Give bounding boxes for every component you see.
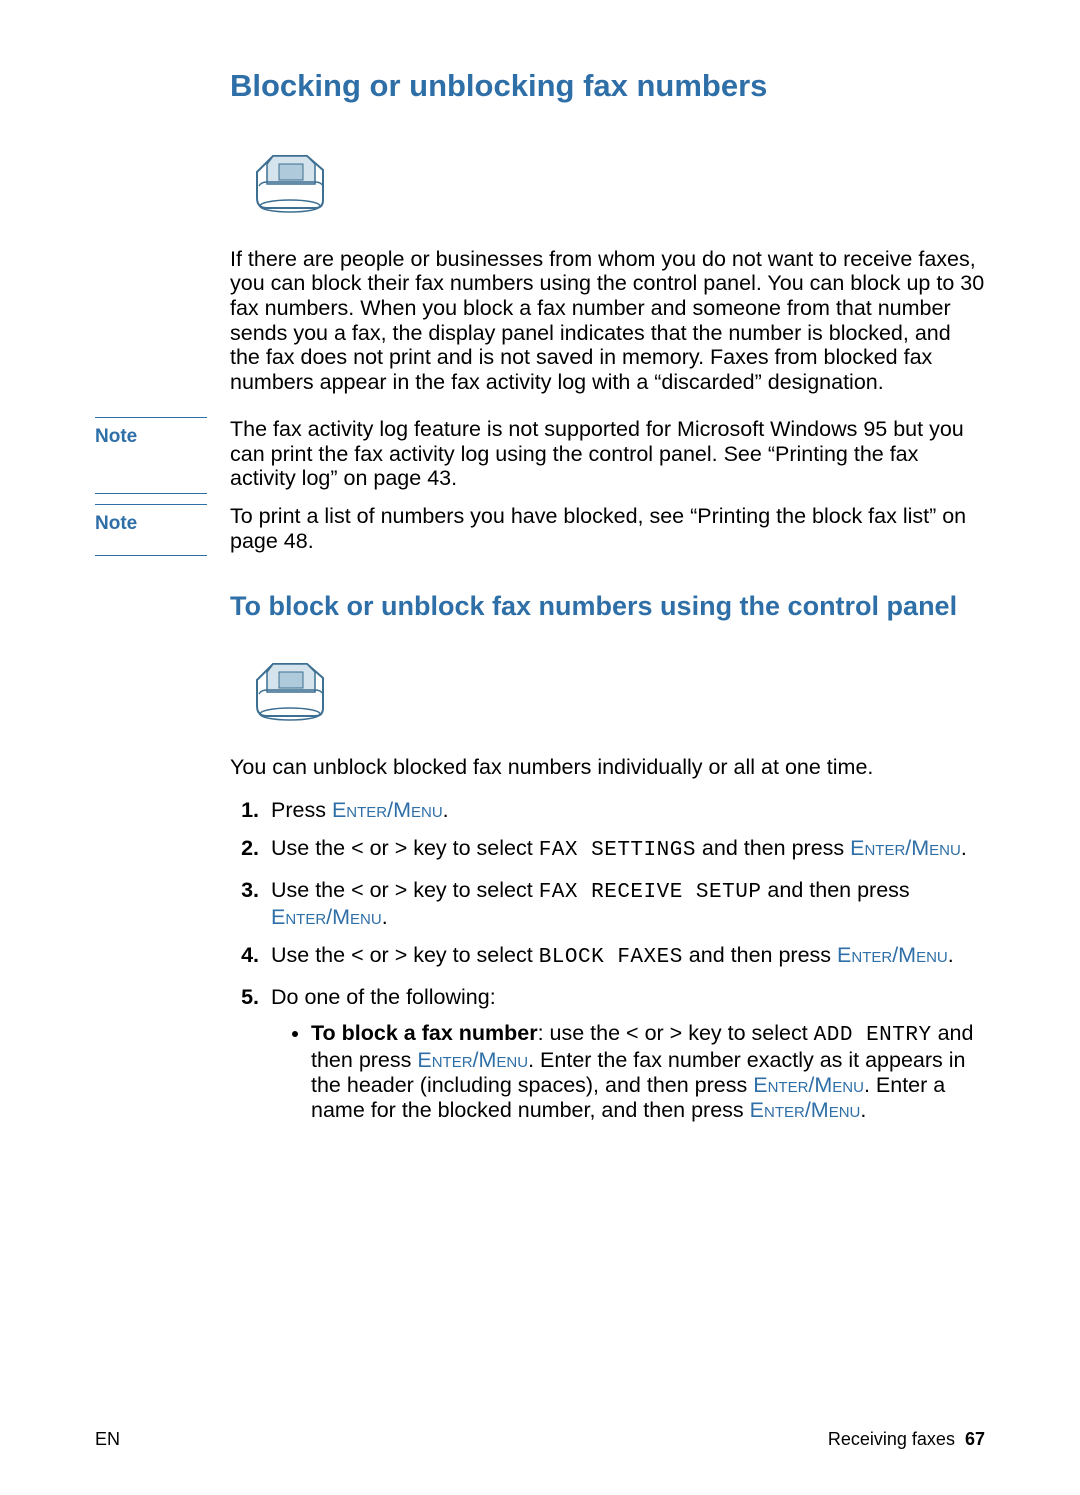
step-item: Do one of the following: To block a fax … <box>265 985 985 1123</box>
printer-icon <box>245 142 985 225</box>
note-block: Note To print a list of numbers you have… <box>95 504 985 553</box>
footer-left: EN <box>95 1429 120 1450</box>
button-ref: Enter/Menu <box>271 905 382 929</box>
lcd-text: ADD ENTRY <box>814 1024 932 1047</box>
lcd-text: FAX SETTINGS <box>539 839 696 862</box>
step-item: Use the < or > key to select BLOCK FAXES… <box>265 943 985 970</box>
intro-paragraph: If there are people or businesses from w… <box>230 247 985 395</box>
lcd-text: FAX RECEIVE SETUP <box>539 881 762 904</box>
button-ref: Enter/Menu <box>850 836 961 860</box>
note-label: Note <box>95 513 137 534</box>
section-heading: To block or unblock fax numbers using th… <box>230 591 985 622</box>
step-item: Use the < or > key to select FAX SETTING… <box>265 836 985 863</box>
printer-icon <box>245 650 985 733</box>
note-text: The fax activity log feature is not supp… <box>230 417 985 491</box>
bullet-item: To block a fax number: use the < or > ke… <box>311 1021 985 1122</box>
page-title: Blocking or unblocking fax numbers <box>95 68 985 104</box>
note-block: Note The fax activity log feature is not… <box>95 417 985 491</box>
button-ref: Enter/Menu <box>837 943 948 967</box>
lcd-text: BLOCK FAXES <box>539 946 683 969</box>
button-ref: Enter/Menu <box>417 1048 528 1072</box>
footer-right: Receiving faxes 67 <box>828 1429 985 1450</box>
sub-intro-text: You can unblock blocked fax numbers indi… <box>230 755 985 780</box>
page-footer: EN Receiving faxes 67 <box>95 1429 985 1450</box>
step-item: Press Enter/Menu. <box>265 798 985 823</box>
note-label: Note <box>95 426 137 447</box>
button-ref: Enter/Menu <box>332 798 443 822</box>
button-ref: Enter/Menu <box>750 1098 861 1122</box>
step-item: Use the < or > key to select FAX RECEIVE… <box>265 878 985 930</box>
note-text: To print a list of numbers you have bloc… <box>230 504 985 553</box>
button-ref: Enter/Menu <box>753 1073 864 1097</box>
